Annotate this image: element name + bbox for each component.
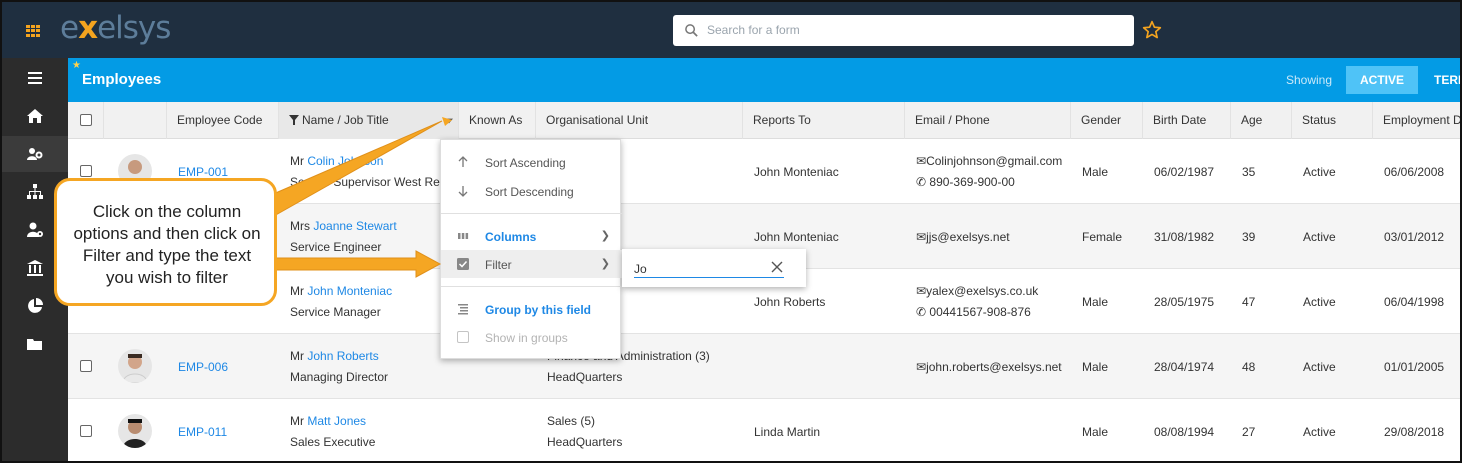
callout-text: Click on the column options and then cli… [73,202,261,287]
app-window: exelsys ★ [0,0,1462,463]
instruction-callout: Click on the column options and then cli… [54,178,277,306]
callout-arrow-to-column-options [263,120,443,217]
arrowhead-icon [442,117,452,126]
callout-arrow-to-filter [275,250,442,278]
